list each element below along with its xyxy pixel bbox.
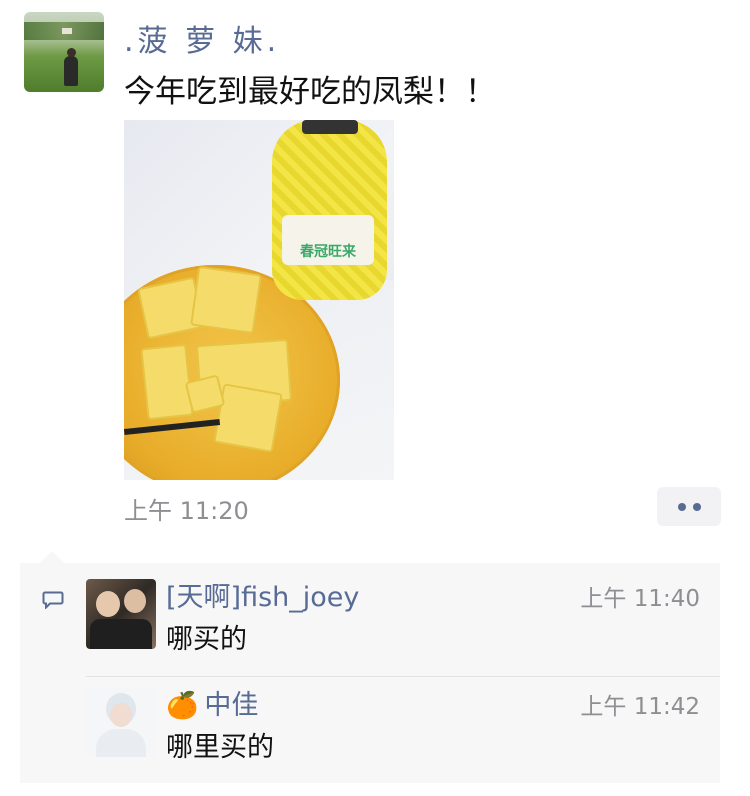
comment-item[interactable]: [天啊]fish_joey 上午 11:40 哪买的 bbox=[86, 575, 700, 671]
avatar-house bbox=[62, 28, 72, 34]
bottle-label: 春冠旺来 bbox=[282, 215, 374, 265]
comment-item[interactable]: 🍊 中佳 上午 11:42 哪里买的 bbox=[86, 683, 700, 779]
comments-panel: [天啊]fish_joey 上午 11:40 哪买的 🍊 中佳 上午 11:42 … bbox=[20, 551, 720, 783]
commenter-name-wrap[interactable]: 🍊 中佳 bbox=[166, 683, 258, 722]
post-time: 上午 11:20 bbox=[124, 497, 249, 525]
commenter-avatar[interactable] bbox=[86, 687, 156, 757]
poster-username[interactable]: .菠 萝 妹. bbox=[124, 16, 280, 60]
more-dots-icon[interactable] bbox=[657, 487, 721, 526]
comment-bubble-icon bbox=[42, 591, 64, 609]
pineapple-chunk bbox=[190, 265, 262, 335]
comment-time: 上午 11:42 bbox=[580, 694, 700, 720]
comment-text: 哪买的 bbox=[166, 624, 247, 655]
avatar-body bbox=[90, 619, 152, 649]
poster-avatar[interactable] bbox=[24, 12, 104, 92]
pineapple-chunk bbox=[213, 383, 283, 453]
commenter-name[interactable]: [天啊]fish_joey bbox=[166, 575, 359, 614]
pineapple-bottle: 春冠旺来 bbox=[272, 120, 387, 300]
comment-time: 上午 11:40 bbox=[580, 586, 700, 612]
commenter-avatar[interactable] bbox=[86, 579, 156, 649]
avatar-head bbox=[110, 703, 132, 727]
orange-emoji-icon: 🍊 bbox=[166, 691, 199, 721]
dot bbox=[692, 502, 701, 511]
avatar-face bbox=[96, 591, 120, 617]
comment-divider bbox=[86, 676, 720, 677]
bottle-cap bbox=[302, 120, 358, 134]
avatar-face bbox=[124, 589, 146, 613]
commenter-name[interactable]: 中佳 bbox=[204, 690, 258, 721]
post-photo[interactable]: 春冠旺来 bbox=[124, 120, 394, 480]
post-text: 今年吃到最好吃的凤梨！！ bbox=[124, 74, 496, 110]
dot bbox=[677, 502, 686, 511]
avatar-person bbox=[64, 48, 78, 86]
avatar-body bbox=[96, 729, 146, 757]
comment-text: 哪里买的 bbox=[166, 732, 274, 763]
